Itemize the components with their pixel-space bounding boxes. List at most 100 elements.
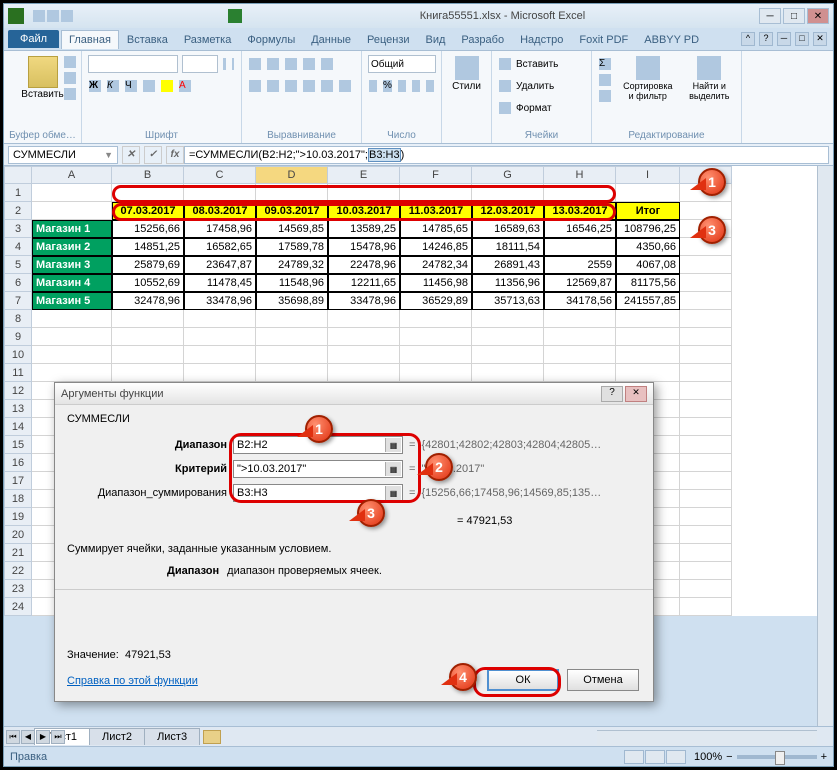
cell[interactable] [472,364,544,382]
cell-total[interactable]: 81175,56 [616,274,680,292]
paste-icon[interactable] [28,56,58,88]
currency-icon[interactable] [369,80,377,92]
maximize-button[interactable]: □ [783,8,805,24]
cell-date[interactable]: 11.03.2017 [400,202,472,220]
row-header[interactable]: 19 [4,508,32,526]
cell[interactable] [472,310,544,328]
tab-home[interactable]: Главная [61,30,119,49]
cell-data[interactable]: 14851,25 [112,238,184,256]
cell-date[interactable]: 07.03.2017 [112,202,184,220]
cell-shop[interactable]: Магазин 5 [32,292,112,310]
col-header[interactable]: H [544,166,616,184]
copy-icon[interactable] [64,72,76,84]
cell-data[interactable]: 11456,98 [400,274,472,292]
cell-data[interactable]: 11356,96 [472,274,544,292]
tab-view[interactable]: Вид [418,30,454,49]
autosum-icon[interactable]: Σ [599,58,611,70]
cell[interactable] [400,346,472,364]
cancel-button[interactable]: Отмена [567,669,639,691]
cell[interactable] [680,562,732,580]
tab-review[interactable]: Рецензи [359,30,418,49]
comma-icon[interactable] [398,80,406,92]
fill-color-icon[interactable] [161,80,173,92]
help-icon[interactable]: ? [759,32,773,46]
clear-icon[interactable] [599,90,611,102]
cell-data[interactable]: 12569,87 [544,274,616,292]
cell[interactable] [112,184,184,202]
percent-icon[interactable]: % [383,80,392,92]
file-tab[interactable]: Файл [8,30,59,48]
tab-layout[interactable]: Разметка [176,30,240,49]
cell[interactable] [616,364,680,382]
vertical-scrollbar[interactable] [817,166,833,726]
increase-font-icon[interactable] [223,58,226,70]
qat-save-icon[interactable] [33,10,45,22]
cell[interactable] [680,472,732,490]
cell-data[interactable]: 17589,78 [256,238,328,256]
cell[interactable] [680,346,732,364]
col-header[interactable]: D [256,166,328,184]
row-header[interactable]: 24 [4,598,32,616]
cell[interactable] [544,310,616,328]
wrap-text-icon[interactable] [321,58,333,70]
cell[interactable] [680,310,732,328]
cell[interactable] [680,508,732,526]
cell[interactable] [256,184,328,202]
sheet-tab[interactable]: Лист3 [144,728,200,745]
cell-date[interactable]: 13.03.2017 [544,202,616,220]
cell-data[interactable]: 15256,66 [112,220,184,238]
row-header[interactable]: 13 [4,400,32,418]
enter-formula-icon[interactable]: ✓ [144,146,162,164]
row-header[interactable]: 1 [4,184,32,202]
cell[interactable] [680,382,732,400]
cell[interactable] [680,598,732,616]
cell[interactable] [544,184,616,202]
cell-data[interactable]: 34178,56 [544,292,616,310]
cell-data[interactable]: 33478,96 [328,292,400,310]
underline-icon[interactable]: Ч [125,80,137,92]
tab-developer[interactable]: Разрабо [453,30,512,49]
font-size-select[interactable] [182,55,218,73]
cell-data[interactable]: 15478,96 [328,238,400,256]
select-all-corner[interactable] [4,166,32,184]
row-header[interactable]: 8 [4,310,32,328]
merge-icon[interactable] [339,80,351,92]
border-icon[interactable] [143,80,155,92]
cell[interactable] [680,544,732,562]
cell-data[interactable]: 23647,87 [184,256,256,274]
cell[interactable] [256,364,328,382]
dialog-close-button[interactable]: ✕ [625,386,647,402]
cell-data[interactable]: 26891,43 [472,256,544,274]
cell[interactable] [328,364,400,382]
doc-restore[interactable]: □ [795,32,809,46]
cell[interactable] [680,364,732,382]
cell-shop[interactable]: Магазин 2 [32,238,112,256]
cell[interactable] [616,310,680,328]
indent-decrease-icon[interactable] [303,80,315,92]
col-header[interactable]: C [184,166,256,184]
cell[interactable] [616,346,680,364]
cell-shop[interactable]: Магазин 1 [32,220,112,238]
font-color-icon[interactable]: A [179,80,191,92]
align-right-icon[interactable] [285,80,297,92]
row-header[interactable]: 14 [4,418,32,436]
cell-data[interactable]: 16546,25 [544,220,616,238]
row-header[interactable]: 22 [4,562,32,580]
align-top-icon[interactable] [249,58,261,70]
cell[interactable] [616,184,680,202]
cut-icon[interactable] [64,56,76,68]
cell[interactable] [680,328,732,346]
name-box-dropdown-icon[interactable]: ▼ [104,150,113,160]
cell[interactable] [32,184,112,202]
col-header[interactable]: B [112,166,184,184]
format-painter-icon[interactable] [64,88,76,100]
row-header[interactable]: 10 [4,346,32,364]
cell-data[interactable]: 2559 [544,256,616,274]
view-layout-icon[interactable] [645,750,665,764]
cell[interactable] [256,310,328,328]
cell[interactable] [680,436,732,454]
cell[interactable] [184,184,256,202]
cell-date[interactable]: 09.03.2017 [256,202,328,220]
styles-icon[interactable] [455,56,479,80]
col-header[interactable]: F [400,166,472,184]
